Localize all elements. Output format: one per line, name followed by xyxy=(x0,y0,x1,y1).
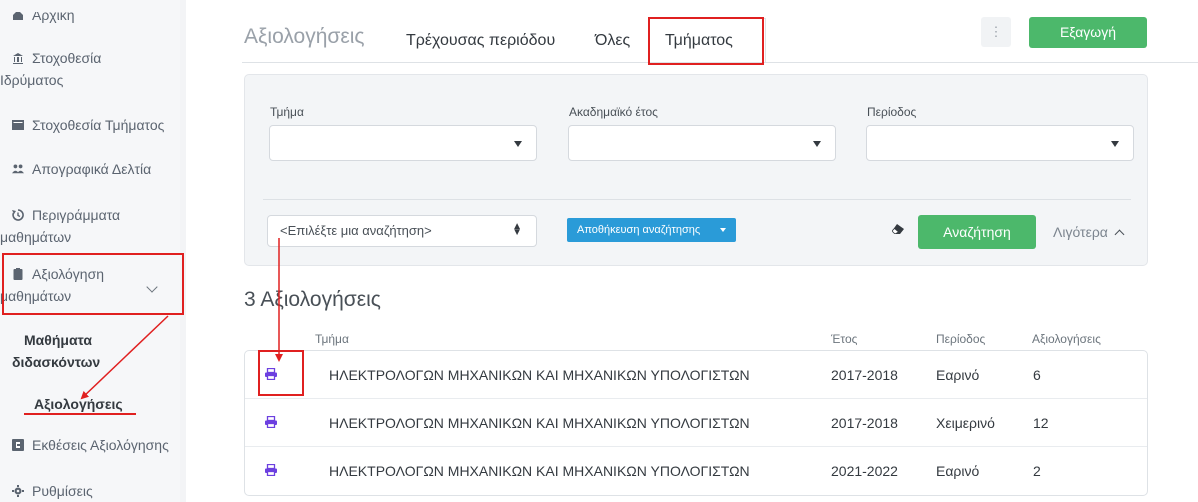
period-select[interactable] xyxy=(866,125,1134,161)
annotation-box-tab xyxy=(648,17,764,65)
toggle-less-button[interactable]: Λιγότερα xyxy=(1053,224,1125,240)
results-table: ΗΛΕΚΤΡΟΛΟΓΩΝ ΜΗΧΑΝΙΚΩΝ ΚΑΙ ΜΗΧΑΝΙΚΩΝ ΥΠΟ… xyxy=(244,350,1148,496)
year-select[interactable] xyxy=(568,125,836,161)
evaluations-count-cell: 2 xyxy=(1033,463,1041,479)
department-icon xyxy=(12,120,24,130)
saved-search-value: <Επιλέξτε μια αναζήτηση> xyxy=(280,223,432,238)
users-icon xyxy=(12,164,24,174)
period-cell: Εαρινό xyxy=(936,367,980,383)
gear-icon xyxy=(12,485,24,497)
year-cell: 2017-2018 xyxy=(831,415,898,431)
save-search-button[interactable]: Αποθήκευση αναζήτησης xyxy=(567,218,736,242)
sidebar-item-label: Αρχική xyxy=(32,7,75,23)
search-button[interactable]: Αναζήτηση xyxy=(918,215,1036,249)
period-filter-label: Περίοδος xyxy=(867,105,917,119)
year-cell: 2021-2022 xyxy=(831,463,898,479)
caret-down-icon xyxy=(1111,141,1119,147)
sidebar-item-evaluation-reports[interactable]: Εκθέσεις Αξιολόγησης xyxy=(12,434,169,456)
print-icon[interactable] xyxy=(265,464,277,476)
filter-panel: Τμήμα Ακαδημαϊκό έτος Περίοδος <Επιλέξτε… xyxy=(244,74,1148,266)
institution-icon xyxy=(13,53,23,64)
tab-current-period[interactable]: Τρέχουσας περιόδου xyxy=(406,32,555,50)
sidebar-item-home[interactable]: Αρχική xyxy=(12,7,75,26)
sidebar-item-label: Εκθέσεις Αξιολόγησης xyxy=(32,437,169,453)
home-icon xyxy=(13,12,23,20)
sidebar-subitem-teacher-courses[interactable]: Μαθήματα διδασκόντων xyxy=(12,329,100,373)
chevron-up-icon xyxy=(1114,229,1125,240)
evaluations-count-cell: 6 xyxy=(1033,367,1041,383)
save-search-label: Αποθήκευση αναζήτησης xyxy=(577,224,701,236)
sidebar: Αρχική Στοχοθεσία Ιδρύματος Στοχοθεσία Τ… xyxy=(0,0,180,502)
saved-search-select[interactable]: <Επιλέξτε μια αναζήτηση> ▲ ▼ xyxy=(267,215,537,247)
caret-down-icon xyxy=(514,141,522,147)
export-button[interactable]: Εξαγωγή xyxy=(1029,17,1147,48)
annotation-underline xyxy=(24,413,136,415)
evaluations-count-cell: 12 xyxy=(1033,415,1049,431)
sidebar-item-label-cont: μαθημάτων xyxy=(0,229,72,245)
column-header-evaluations[interactable]: Αξιολογήσεις xyxy=(1032,332,1101,346)
caret-down-icon xyxy=(813,141,821,147)
panel-divider xyxy=(263,199,1131,200)
history-icon xyxy=(12,209,24,221)
sidebar-subitem-label: Μαθήματα xyxy=(24,332,93,348)
department-cell: ΗΛΕΚΤΡΟΛΟΓΩΝ ΜΗΧΑΝΙΚΩΝ ΚΑΙ ΜΗΧΑΝΙΚΩΝ ΥΠΟ… xyxy=(329,367,750,383)
annotation-box-print xyxy=(258,350,304,396)
department-cell: ΗΛΕΚΤΡΟΛΟΓΩΝ ΜΗΧΑΝΙΚΩΝ ΚΑΙ ΜΗΧΑΝΙΚΩΝ ΥΠΟ… xyxy=(329,415,750,431)
sidebar-item-label: Απογραφικά Δελτία xyxy=(32,161,152,177)
sidebar-subitem-label-cont: διδασκόντων xyxy=(12,354,101,370)
department-cell: ΗΛΕΚΤΡΟΛΟΓΩΝ ΜΗΧΑΝΙΚΩΝ ΚΑΙ ΜΗΧΑΝΙΚΩΝ ΥΠΟ… xyxy=(329,463,750,479)
sidebar-item-census-forms[interactable]: Απογραφικά Δελτία xyxy=(12,158,151,180)
sidebar-item-settings[interactable]: Ρυθμίσεις xyxy=(12,480,93,502)
table-row[interactable]: ΗΛΕΚΤΡΟΛΟΓΩΝ ΜΗΧΑΝΙΚΩΝ ΚΑΙ ΜΗΧΑΝΙΚΩΝ ΥΠΟ… xyxy=(245,447,1147,495)
period-cell: Χειμερινό xyxy=(936,415,995,431)
caret-down-icon xyxy=(720,228,726,232)
year-cell: 2017-2018 xyxy=(831,367,898,383)
department-filter-label: Τμήμα xyxy=(270,105,304,119)
more-options-button[interactable]: ⋮ xyxy=(981,17,1011,47)
eraser-icon[interactable] xyxy=(892,224,904,234)
table-row[interactable]: ΗΛΕΚΤΡΟΛΟΓΩΝ ΜΗΧΑΝΙΚΩΝ ΚΑΙ ΜΗΧΑΝΙΚΩΝ ΥΠΟ… xyxy=(245,399,1147,447)
sidebar-item-label: Περιγράμματα xyxy=(32,207,121,223)
year-filter-label: Ακαδημαϊκό έτος xyxy=(569,105,658,119)
sidebar-item-label: Στοχοθεσία Τμήματος xyxy=(32,117,165,133)
sidebar-item-label: Ρυθμίσεις xyxy=(32,483,93,499)
page-title: Αξιολογήσεις xyxy=(244,25,365,48)
tab-all[interactable]: Όλες xyxy=(595,32,630,50)
table-row[interactable]: ΗΛΕΚΤΡΟΛΟΓΩΝ ΜΗΧΑΝΙΚΩΝ ΚΑΙ ΜΗΧΑΝΙΚΩΝ ΥΠΟ… xyxy=(245,351,1147,399)
column-header-period[interactable]: Περίοδος xyxy=(936,332,985,346)
column-header-department[interactable]: Τμήμα xyxy=(315,332,349,346)
sort-updown-icon: ▲ ▼ xyxy=(512,221,522,238)
sidebar-subitem-label: Αξιολογήσεις xyxy=(34,396,123,412)
sidebar-item-institution-goals[interactable]: Στοχοθεσία Ιδρύματος xyxy=(0,47,102,91)
sidebar-item-label-cont: Ιδρύματος xyxy=(0,72,64,88)
results-title: 3 Αξιολογήσεις xyxy=(244,288,381,311)
toggle-less-label: Λιγότερα xyxy=(1053,224,1108,240)
main-content: Αξιολογήσεις Τρέχουσας περιόδου Όλες Τμή… xyxy=(186,0,1198,502)
print-icon[interactable] xyxy=(265,416,277,428)
period-cell: Εαρινό xyxy=(936,463,980,479)
sidebar-subitem-evaluations[interactable]: Αξιολογήσεις xyxy=(34,393,123,415)
sidebar-item-course-outlines[interactable]: Περιγράμματα μαθημάτων xyxy=(0,204,121,248)
department-select[interactable] xyxy=(269,125,537,161)
sidebar-item-department-goals[interactable]: Στοχοθεσία Τμήματος xyxy=(12,114,164,136)
annotation-box-sidebar-evaluation xyxy=(2,253,184,315)
sidebar-item-label: Στοχοθεσία xyxy=(32,50,102,66)
column-header-year[interactable]: Έτος xyxy=(831,332,857,346)
report-icon xyxy=(12,439,24,451)
